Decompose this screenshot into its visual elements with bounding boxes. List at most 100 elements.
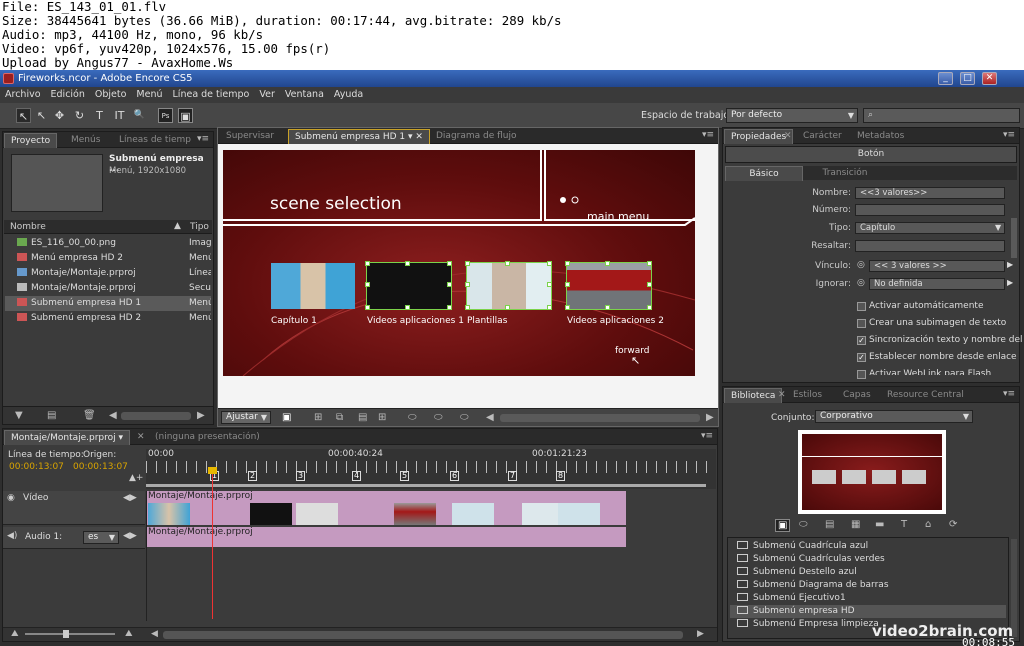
chapter-1-thumbnail[interactable] [271,263,355,309]
tab-metadatos[interactable]: Metadatos [851,129,910,144]
panel-menu-icon[interactable]: ▾≡ [1003,389,1015,399]
preview-icon[interactable]: ▣ [178,108,193,123]
sort-icon[interactable]: ▲ [174,221,181,231]
library-item[interactable]: Submenú Diagrama de barras [730,579,1006,592]
library-item[interactable]: Submenú Cuadrículas verdes [730,553,1006,566]
safe-area-icon[interactable]: ▣ [282,412,291,423]
selection-handle[interactable] [605,305,610,310]
zoom-slider[interactable] [25,633,115,635]
subtab-basico[interactable]: Básico [725,166,803,181]
menu-canvas[interactable]: scene selection main menu Capítulo 1 Vid… [223,150,695,376]
selection-handle[interactable] [565,282,570,287]
menu-ayuda[interactable]: Ayuda [329,87,368,103]
horizontal-scrollbar[interactable] [163,631,683,639]
zoom-out-icon[interactable]: ⛰ [11,629,19,639]
normal-state-icon[interactable]: ⬭ [408,412,417,423]
library-text-icon[interactable]: T [901,519,907,530]
property-value-field[interactable]: <<3 valores>> [855,187,1005,199]
videos-2-thumbnail[interactable] [566,262,652,310]
scroll-right-icon[interactable]: ▶ [197,410,205,421]
scroll-right-icon[interactable]: ▶ [706,412,714,423]
selection-handle[interactable] [447,282,452,287]
project-item[interactable]: Montaje/Montaje.prproj Secue [5,281,211,296]
toggle-layers-icon[interactable]: ⊞ [378,412,386,423]
origin-time-value[interactable]: 00:00:13:07 [73,462,128,472]
project-item[interactable]: Submenú empresa HD 1 Menú [5,296,211,311]
project-item[interactable]: ES_116_00_00.png Imag [5,236,211,251]
speaker-icon[interactable]: ◀) [7,531,17,541]
chapter-marker[interactable]: 6 [450,471,460,481]
scroll-left-icon[interactable]: ◀ [109,410,117,421]
close-tab-icon[interactable]: ✕ [137,432,145,442]
zoom-tool-icon[interactable]: 🔍 [132,108,147,123]
pick-whip-icon[interactable]: ◎ [857,278,865,288]
property-value-field[interactable]: << 3 valores >> [869,260,1005,272]
selection-handle[interactable] [465,261,470,266]
checkbox[interactable] [857,302,866,311]
video-clip[interactable]: Montaje/Montaje.prproj [146,491,626,525]
checkbox[interactable] [857,319,866,328]
new-item-icon[interactable]: ▤ [47,410,56,421]
direct-select-tool-icon[interactable]: ↖ [34,108,49,123]
vertical-text-tool-icon[interactable]: IT [112,108,127,123]
library-menus-icon[interactable]: ▦ [851,519,860,530]
library-show-all-icon[interactable]: ▣ [775,519,791,532]
expand-icon[interactable]: ▶ [1007,260,1013,269]
zoom-in-icon[interactable]: ⛰ [125,629,133,639]
set-select[interactable]: Corporativo ▼ [815,410,973,423]
library-item[interactable]: Submenú Cuadrícula azul [730,540,1006,553]
selection-handle[interactable] [365,261,370,266]
tab-menus[interactable]: Menús [65,133,106,148]
library-folder-icon[interactable]: ▬ [875,519,884,530]
chapter-marker[interactable]: 5 [400,471,410,481]
tab-no-presentation[interactable]: (ninguna presentación) [149,430,266,445]
library-images-icon[interactable]: ▤ [825,519,834,530]
menu-edicion[interactable]: Edición [46,87,90,103]
menu-objeto[interactable]: Objeto [90,87,132,103]
chapter-marker[interactable]: 7 [508,471,518,481]
panel-menu-icon[interactable]: ▾≡ [197,134,209,144]
selection-handle[interactable] [447,261,452,266]
tab-supervisar[interactable]: Supervisar [220,129,280,144]
videos-2-label[interactable]: Videos aplicaciones 2 [567,316,664,326]
project-item[interactable]: Montaje/Montaje.prproj Línea [5,266,211,281]
selection-handle[interactable] [565,305,570,310]
track-nav-icon[interactable]: ◀▶ [123,531,137,541]
library-replace-icon[interactable]: ⟳ [949,519,957,530]
videos-1-label[interactable]: Videos aplicaciones 1 [367,316,464,326]
timeline-ruler[interactable]: 00:00 00:00:40:24 00:01:21:23 12345678 [146,449,716,489]
main-menu-button[interactable]: main menu [587,210,649,223]
library-item[interactable]: Submenú empresa HD [730,605,1006,618]
property-value-field[interactable] [855,204,1005,216]
checkbox[interactable] [857,370,866,379]
checkbox[interactable]: ✓ [857,353,866,362]
tab-timeline[interactable]: Montaje/Montaje.prproj ▾ [4,430,131,445]
selection-handle[interactable] [447,305,452,310]
scroll-right-icon[interactable]: ▶ [697,629,704,639]
chapter-marker[interactable]: 2 [248,471,258,481]
tab-lineas-de-tiempo[interactable]: Líneas de tiemp [113,133,197,148]
tab-caracter[interactable]: Carácter [797,129,848,144]
col-type[interactable]: Tipo [190,222,209,232]
videos-1-thumbnail[interactable] [366,262,452,310]
selection-handle[interactable] [647,282,652,287]
selection-handle[interactable] [405,305,410,310]
tab-proyecto[interactable]: Proyecto [4,133,58,148]
text-tool-icon[interactable]: T [92,108,107,123]
show-button-routing-icon[interactable]: ⊞ [314,412,322,423]
show-subpictures-icon[interactable]: ⧉ [336,412,343,423]
project-item[interactable]: Submenú empresa HD 2 Menú [5,311,211,326]
plantillas-label[interactable]: Plantillas [467,316,507,326]
selection-handle[interactable] [647,305,652,310]
vertical-scrollbar[interactable] [1011,218,1017,258]
chapter-1-label[interactable]: Capítulo 1 [271,316,317,326]
selection-handle[interactable] [505,261,510,266]
show-guides-icon[interactable]: ▤ [358,412,367,423]
minimize-button[interactable]: _ [938,72,953,85]
playhead-handle[interactable] [208,467,217,474]
selection-handle[interactable] [605,261,610,266]
tab-submenu-empresa[interactable]: Submenú empresa HD 1 ▾ ✕ [288,129,430,144]
tab-diagrama-de-flujo[interactable]: Diagrama de flujo [430,129,523,144]
panel-menu-icon[interactable]: ▾≡ [1003,130,1015,140]
add-marker-icon[interactable]: ▲+ [129,473,143,483]
